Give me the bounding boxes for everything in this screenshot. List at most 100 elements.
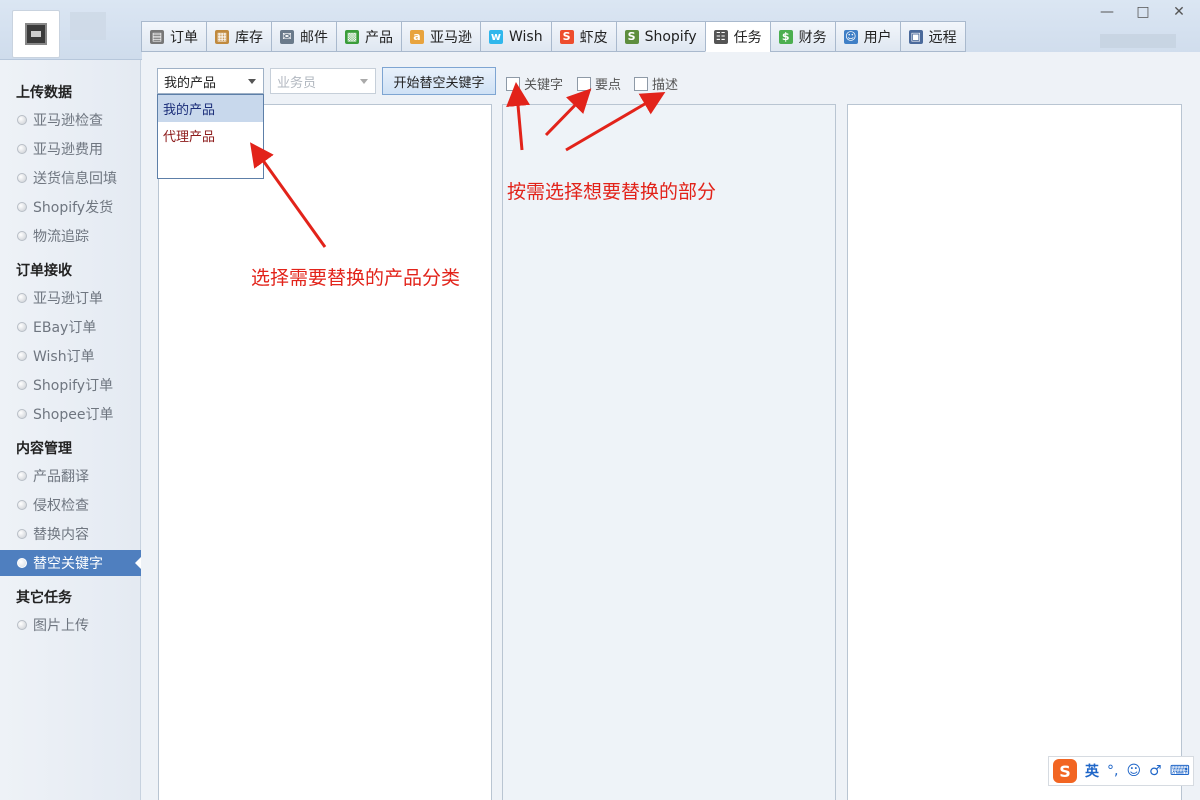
sidebar-item[interactable]: Wish订单 xyxy=(0,343,141,369)
minimize-icon[interactable]: — xyxy=(1100,4,1114,20)
tab-user[interactable]: ☺ 用户 xyxy=(834,21,900,52)
sidebar-item-label: 亚马逊费用 xyxy=(33,142,103,158)
sidebar-item[interactable]: 产品翻译 xyxy=(0,463,141,489)
blurred-app-name xyxy=(70,12,106,40)
keyboard-icon[interactable]: ⌨ xyxy=(1170,763,1190,779)
title-bar: — □ ✕ ▤ 订单 ▦ 库存 ✉ 邮件 ▩ 产品 a 亚马逊 w Wish S 虾皮 S Shopify ☷ 任… xyxy=(0,0,1200,60)
product-category-select[interactable]: 我的产品 xyxy=(157,68,264,94)
tab-clipboard[interactable]: ▤ 订单 xyxy=(141,21,206,52)
bullet-icon xyxy=(17,500,27,510)
sidebar-item-label: 亚马逊订单 xyxy=(33,291,103,307)
bullet-icon xyxy=(17,231,27,241)
sidebar-item-label: 替空关键字 xyxy=(33,556,103,572)
tab-money[interactable]: $ 财务 xyxy=(769,21,835,52)
maximize-icon[interactable]: □ xyxy=(1136,4,1150,20)
sidebar-item[interactable]: 亚马逊检查 xyxy=(0,107,141,133)
bullet-icon xyxy=(17,471,27,481)
checkbox-description[interactable]: 描述 xyxy=(634,74,678,93)
mail-icon: ✉ xyxy=(280,29,294,44)
microphone-icon[interactable]: ♂ xyxy=(1149,763,1162,779)
annotation-product-category: 选择需要替换的产品分类 xyxy=(251,267,461,289)
wish-icon: w xyxy=(489,29,503,44)
result-panel[interactable] xyxy=(847,104,1182,800)
tab-remote-desktop[interactable]: ▣ 远程 xyxy=(899,21,966,52)
main-tabs: ▤ 订单 ▦ 库存 ✉ 邮件 ▩ 产品 a 亚马逊 w Wish S 虾皮 S Shopify ☷ 任务 $ 财务 ☺ 用… xyxy=(141,21,966,52)
tab-label: Wish xyxy=(509,28,543,45)
sidebar-section-title: 订单接收 xyxy=(16,263,72,279)
sidebar-item[interactable]: 替空关键字 xyxy=(0,550,141,576)
amazon-icon: a xyxy=(410,29,424,44)
product-category-value: 我的产品 xyxy=(164,75,217,91)
sidebar-item[interactable]: 物流追踪 xyxy=(0,223,141,249)
tab-label: 产品 xyxy=(365,29,393,46)
tab-grid[interactable]: ▩ 产品 xyxy=(336,21,401,52)
sidebar-item[interactable]: 亚马逊费用 xyxy=(0,136,141,162)
money-icon: $ xyxy=(778,29,793,44)
sidebar-item[interactable]: 替换内容 xyxy=(0,521,141,547)
checkbox-box[interactable] xyxy=(577,76,591,91)
sidebar-item[interactable]: 亚马逊订单 xyxy=(0,285,141,311)
sidebar-item[interactable]: 图片上传 xyxy=(0,612,141,638)
bullet-icon xyxy=(17,115,27,125)
annotation-replace-parts: 按需选择想要替换的部分 xyxy=(507,181,717,203)
window-controls: — □ ✕ xyxy=(1100,4,1186,20)
sidebar-item[interactable]: 送货信息回填 xyxy=(0,165,141,191)
checkbox-label: 要点 xyxy=(595,78,622,93)
tab-label: 虾皮 xyxy=(579,29,608,46)
tab-shopee[interactable]: S 虾皮 xyxy=(550,21,616,52)
tab-wish[interactable]: w Wish xyxy=(480,21,551,52)
ime-toolbar[interactable]: S 英 °, ☺ ♂ ⌨ xyxy=(1048,756,1194,786)
sidebar-item-label: 替换内容 xyxy=(33,527,89,543)
checkbox-box[interactable] xyxy=(506,76,520,91)
checkbox-keywords[interactable]: 关键字 xyxy=(506,74,563,93)
tab-amazon[interactable]: a 亚马逊 xyxy=(401,21,480,52)
ime-mode-label[interactable]: 英 xyxy=(1085,761,1099,781)
tab-box[interactable]: ▦ 库存 xyxy=(206,21,271,52)
tab-shopify[interactable]: S Shopify xyxy=(615,21,705,52)
tab-label: 亚马逊 xyxy=(430,29,472,46)
main-content: 我的产品 业务员 开始替空关键字 关键字 要点 描述 我的产品 代理产品 xyxy=(142,52,1200,800)
product-list-panel[interactable] xyxy=(158,104,492,800)
sidebar-item-label: EBay订单 xyxy=(33,320,97,336)
shopee-icon: S xyxy=(559,29,574,44)
sidebar-item-label: 侵权检查 xyxy=(33,498,89,514)
punctuation-icon[interactable]: °, xyxy=(1107,763,1118,779)
bullet-icon xyxy=(17,409,27,419)
bullet-icon xyxy=(17,620,27,630)
sidebar-item[interactable]: Shopify发货 xyxy=(0,194,141,220)
bullet-icon xyxy=(17,144,27,154)
checkbox-box[interactable] xyxy=(634,76,648,91)
bullet-icon xyxy=(17,173,27,183)
sidebar-item[interactable]: EBay订单 xyxy=(0,314,141,340)
sidebar-item-label: Shopify发货 xyxy=(33,200,114,216)
tab-task[interactable]: ☷ 任务 xyxy=(704,21,770,52)
sidebar-item-label: 亚马逊检查 xyxy=(33,113,103,129)
tab-mail[interactable]: ✉ 邮件 xyxy=(271,21,336,52)
middle-panel[interactable] xyxy=(502,104,836,800)
sidebar-item[interactable]: Shopify订单 xyxy=(0,372,141,398)
emoji-icon[interactable]: ☺ xyxy=(1126,763,1141,779)
close-icon[interactable]: ✕ xyxy=(1172,4,1186,20)
grid-icon: ▩ xyxy=(345,29,359,44)
start-replace-button[interactable]: 开始替空关键字 xyxy=(382,67,496,95)
bullet-icon xyxy=(17,558,27,568)
tab-label: 财务 xyxy=(798,29,827,46)
sidebar-item[interactable]: 侵权检查 xyxy=(0,492,141,518)
checkbox-bullet-points[interactable]: 要点 xyxy=(577,74,621,93)
staff-select[interactable]: 业务员 xyxy=(270,68,376,94)
sogou-ime-icon[interactable]: S xyxy=(1053,759,1077,783)
sidebar-item[interactable]: Shopee订单 xyxy=(0,401,141,427)
bullet-icon xyxy=(17,380,27,390)
app-logo-icon xyxy=(25,23,47,45)
tab-label: 远程 xyxy=(928,29,957,46)
sidebar-item-label: Shopify订单 xyxy=(33,378,114,394)
tab-label: 订单 xyxy=(170,29,198,46)
bullet-icon xyxy=(17,202,27,212)
dropdown-option-agent-products[interactable]: 代理产品 xyxy=(158,122,263,149)
dropdown-option-my-products[interactable]: 我的产品 xyxy=(158,95,263,122)
sidebar-section-title: 上传数据 xyxy=(16,85,72,101)
bullet-icon xyxy=(17,351,27,361)
clipboard-icon: ▤ xyxy=(150,29,164,44)
sidebar-section-title: 其它任务 xyxy=(16,590,72,606)
sidebar-item-label: 送货信息回填 xyxy=(33,171,117,187)
